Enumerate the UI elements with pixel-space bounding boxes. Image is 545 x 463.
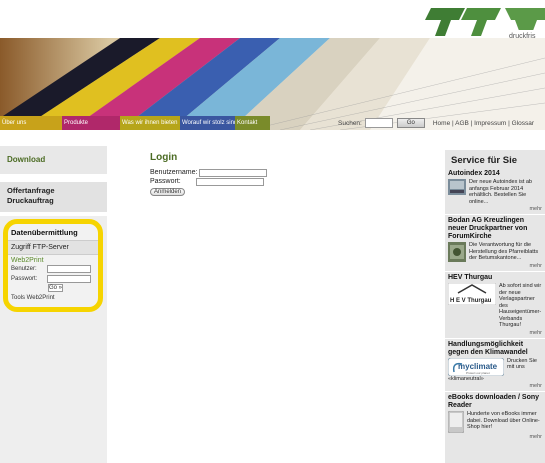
- news-title[interactable]: eBooks downloaden / Sony Reader: [448, 394, 542, 410]
- login-title: Login: [150, 152, 178, 163]
- nav-item-proud[interactable]: Worauf wir stolz sind: [180, 116, 237, 130]
- news-item: Autoindex 2014 Der neue Autoindex ist ab…: [445, 170, 545, 212]
- sidebar-offer-line2: Druckauftrag: [7, 196, 54, 205]
- search-bar: Suchen: Go Home | AGB | Impressum | Glos…: [270, 116, 545, 130]
- login-pass-label: Passwort:: [150, 178, 181, 185]
- ebook-reader-thumbnail[interactable]: [448, 411, 464, 433]
- w2p-user-label: Benutzer:: [11, 266, 37, 272]
- more-link[interactable]: mehr: [448, 434, 542, 440]
- more-link[interactable]: mehr: [448, 206, 542, 212]
- login-button[interactable]: Anmelden: [150, 188, 186, 196]
- password-input[interactable]: [195, 177, 264, 186]
- search-label: Suchen:: [338, 119, 362, 127]
- w2p-pass-label: Passwort:: [11, 276, 38, 282]
- w2p-pass-row: Passwort:: [8, 274, 98, 284]
- w2p-user-row: Benutzer:: [8, 264, 98, 274]
- sidebar-offer-line1: Offertanfrage: [7, 186, 55, 195]
- sidebar-item-offer[interactable]: Offertanfrage Druckauftrag: [0, 182, 107, 212]
- upload-title: Datenübermittlung: [8, 224, 98, 241]
- news-item: Bodan AG Kreuzlingen neuer Druckpartner …: [445, 217, 545, 269]
- news-text: Die Verantwortung für die Herstellung de…: [469, 242, 539, 261]
- top-links[interactable]: Home | AGB | Impressum | Glossar: [433, 120, 534, 127]
- news-title[interactable]: HEV Thurgau: [448, 274, 542, 282]
- web2print-link[interactable]: Web2Print: [8, 255, 98, 264]
- news-text: Hunderte von eBooks immer dabei. Downloa…: [467, 411, 540, 430]
- login-user-label: Benutzername:: [150, 169, 198, 176]
- myclimate-logo[interactable]: myclimate Protect our planet: [448, 357, 504, 376]
- ftp-server-link[interactable]: Zugriff FTP-Server: [8, 241, 98, 255]
- news-title[interactable]: Handlungsmöglichkeit gegen den Klimawand…: [448, 341, 542, 357]
- news-item: HEV Thurgau H E V Thurgau Ab sofort sind…: [445, 274, 545, 336]
- w2p-go-button[interactable]: Go »: [48, 284, 63, 292]
- w2p-user-input[interactable]: [47, 265, 91, 273]
- login-user-row: Benutzername:: [150, 168, 290, 177]
- sidebar-item-download[interactable]: Download: [0, 146, 107, 174]
- data-upload-panel: Datenübermittlung Zugriff FTP-Server Web…: [3, 219, 103, 312]
- tools-web2print-link[interactable]: Tools Web2Print: [8, 292, 98, 304]
- news-text: Ab sofort sind wir der neue Verlagspartn…: [499, 283, 542, 328]
- nav-item-products[interactable]: Produkte: [62, 116, 120, 130]
- main-navigation: Über uns Produkte Was wir ihnen bieten W…: [0, 116, 270, 130]
- more-link[interactable]: mehr: [448, 383, 542, 389]
- search-input[interactable]: [364, 118, 393, 128]
- nav-item-offer[interactable]: Was wir ihnen bieten: [120, 116, 180, 130]
- svg-text:H E V Thurgau: H E V Thurgau: [450, 298, 492, 304]
- news-item: eBooks downloaden / Sony Reader Hunderte…: [445, 394, 545, 440]
- more-link[interactable]: mehr: [448, 330, 542, 336]
- header: druckfris Über uns Produkte Was wir ihne…: [0, 0, 545, 130]
- more-link[interactable]: mehr: [448, 263, 542, 269]
- news-extra: «klimaneutral»: [448, 375, 484, 382]
- hev-logo[interactable]: H E V Thurgau: [448, 283, 496, 305]
- service-column: Service für Sie Autoindex 2014 Der neue …: [445, 150, 545, 463]
- service-title: Service für Sie: [451, 155, 518, 166]
- nav-item-about[interactable]: Über uns: [0, 116, 62, 130]
- company-logo[interactable]: druckfris: [425, 6, 545, 40]
- news-title[interactable]: Autoindex 2014: [448, 170, 542, 178]
- login-pass-row: Passwort:: [150, 177, 290, 186]
- sidebar: Download Offertanfrage Druckauftrag Date…: [0, 146, 107, 463]
- news-text: Drucken Sie mit uns: [507, 357, 537, 371]
- news-item: Handlungsmöglichkeit gegen den Klimawand…: [445, 341, 545, 389]
- svg-text:Protect our planet: Protect our planet: [466, 371, 490, 375]
- autoindex-thumbnail[interactable]: [448, 179, 466, 195]
- news-title[interactable]: Bodan AG Kreuzlingen neuer Druckpartner …: [448, 217, 542, 241]
- news-text: Der neue Autoindex ist ab anfangs Februa…: [469, 179, 532, 205]
- search-go-button[interactable]: Go: [396, 118, 425, 128]
- nav-item-contact[interactable]: Kontakt: [235, 116, 270, 130]
- username-input[interactable]: [199, 168, 268, 177]
- svg-text:myclimate: myclimate: [458, 362, 498, 371]
- login-form: Login Benutzername: Passwort: Anmelden: [150, 152, 290, 196]
- forumkirche-thumbnail[interactable]: [448, 242, 466, 262]
- w2p-pass-input[interactable]: [47, 275, 91, 283]
